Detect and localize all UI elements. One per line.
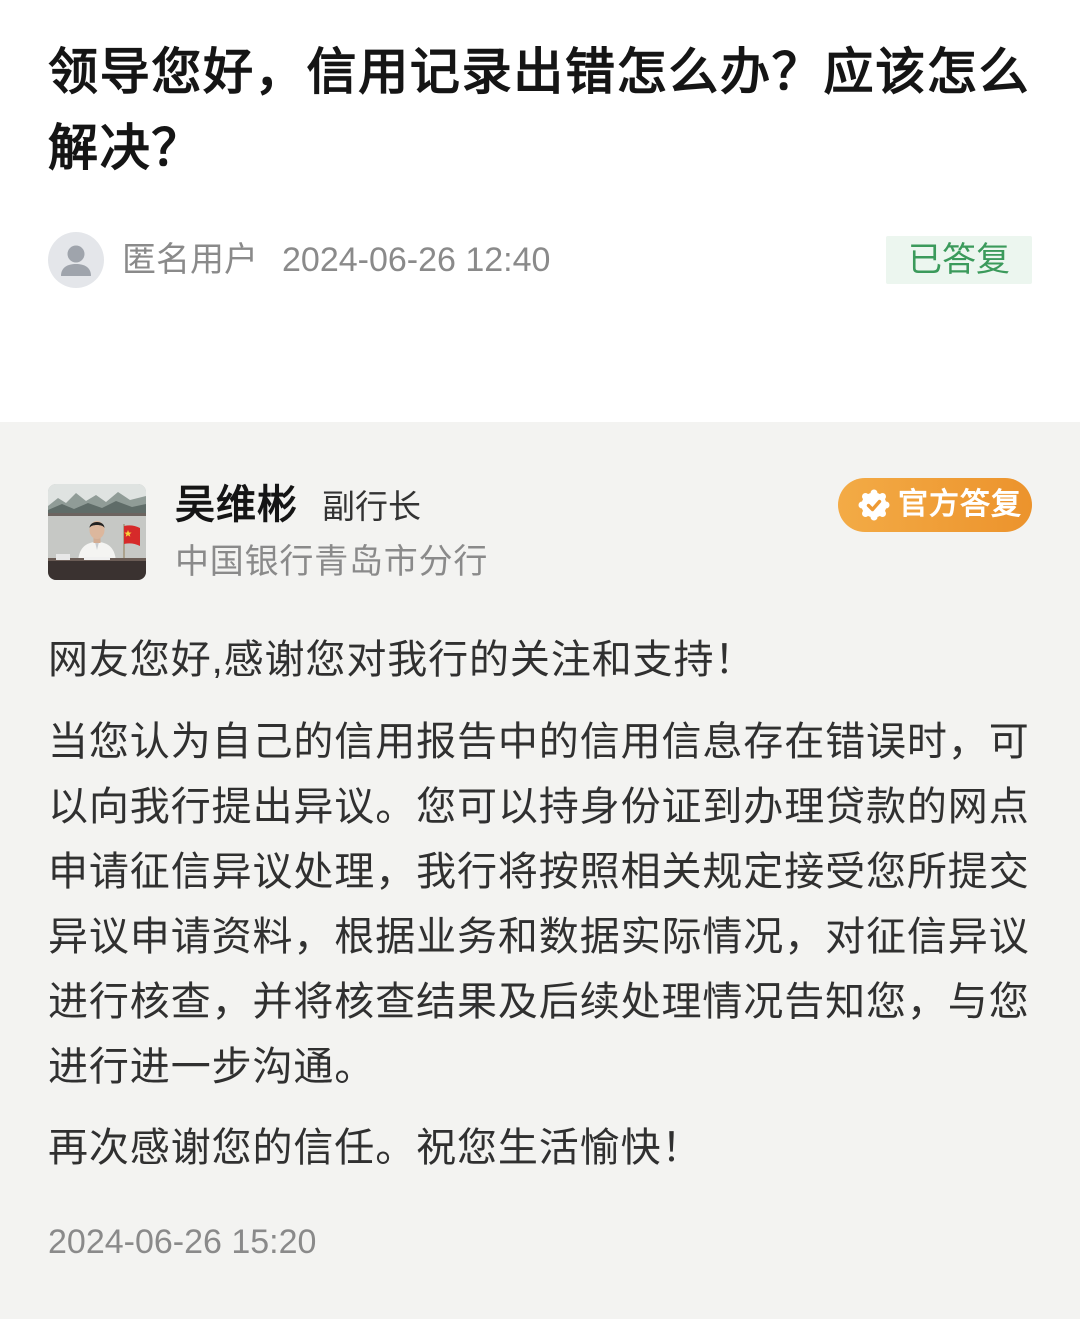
question-meta-row: 匿名用户 2024-06-26 12:40 已答复 [48, 232, 1032, 288]
status-badge: 已答复 [886, 236, 1032, 284]
answer-body: 当您认为自己的信用报告中的信用信息存在错误时，可以向我行提出异议。您可以持身份证… [48, 720, 1030, 1089]
verified-check-icon [858, 489, 890, 521]
badge-shape [858, 489, 890, 521]
answer-closing: 再次感谢您的信任。祝您生活愉快！ [48, 1126, 703, 1170]
user-icon [48, 232, 104, 288]
answer-greeting: 网友您好,感谢您对我行的关注和支持！ [48, 638, 756, 682]
responder-name-row: 吴维彬 副行长 [175, 480, 421, 530]
avatar-head [67, 245, 85, 263]
question-title: 领导您好，信用记录出错怎么办？应该怎么解决？ [48, 44, 1031, 176]
question-section: 领导您好，信用记录出错怎么办？应该怎么解决？ 匿名用户 2024-06-26 1… [0, 0, 1080, 422]
answer-timestamp: 2024-06-26 15:20 [48, 1223, 317, 1261]
official-reply-badge: 官方答复 [838, 478, 1032, 532]
responder-name[interactable]: 吴维彬 [175, 480, 298, 530]
responder-position: 副行长 [322, 488, 421, 525]
official-reply-label: 官方答复 [898, 488, 1022, 521]
desk [48, 558, 146, 580]
responder-photo [48, 484, 146, 580]
qa-detail-page: { "question": { "title": "领导您好，信用记录出错怎么办… [0, 0, 1080, 1319]
asker-name: 匿名用户 [122, 241, 258, 279]
question-timestamp: 2024-06-26 12:40 [282, 241, 551, 279]
responder-avatar[interactable] [48, 484, 146, 580]
responder-organization: 中国银行青岛市分行 [175, 543, 489, 581]
answer-section: 吴维彬 副行长 中国银行青岛市分行 官方答复 网友您好,感谢您对我行的关注和支持… [0, 422, 1080, 1319]
